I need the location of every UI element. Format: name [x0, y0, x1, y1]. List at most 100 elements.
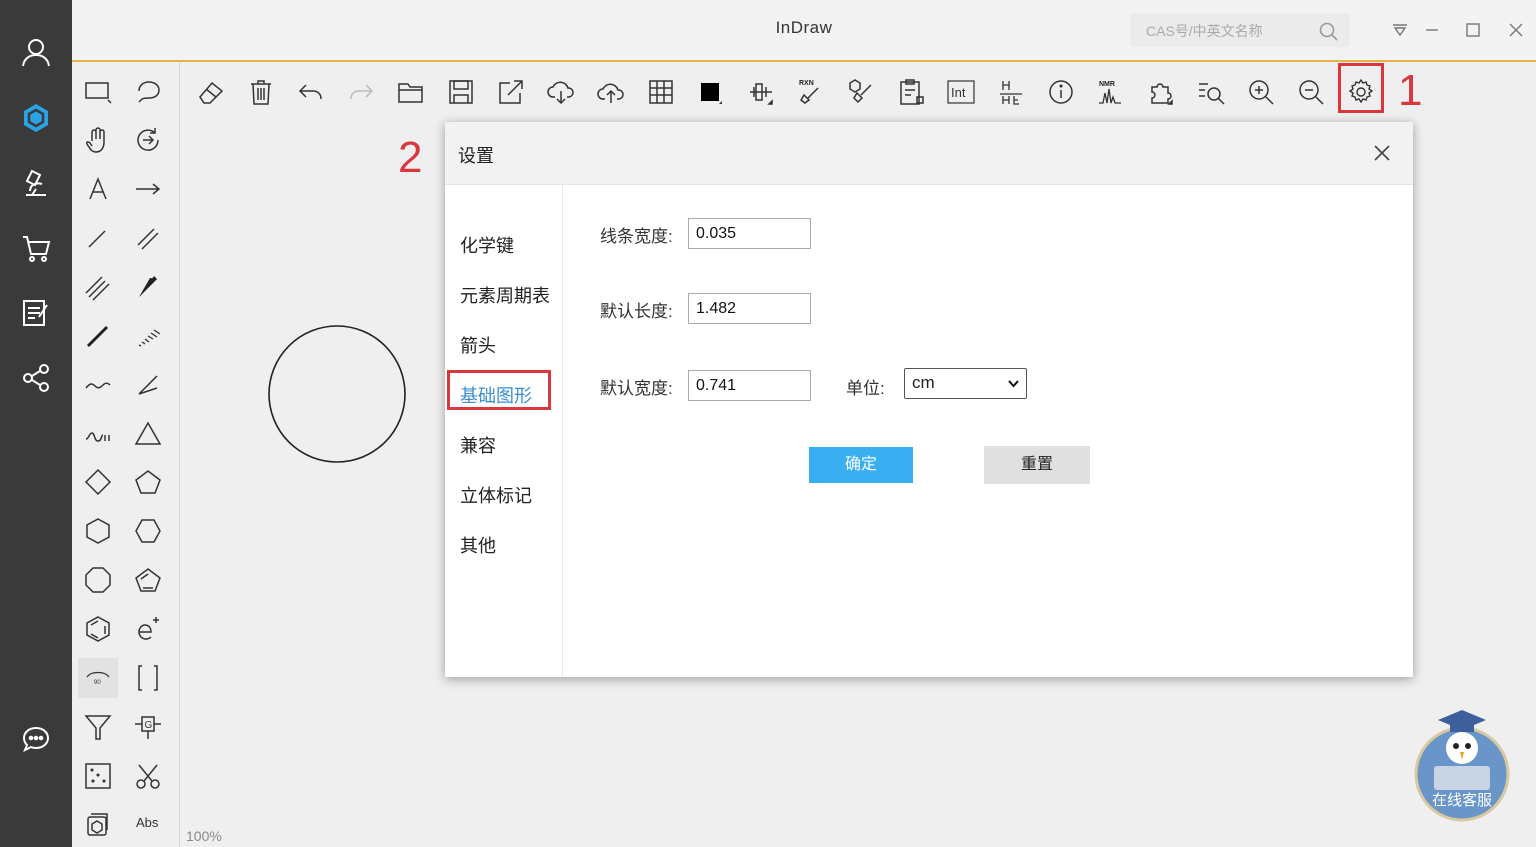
rotate-icon[interactable]	[128, 120, 168, 160]
electron-charge-icon[interactable]	[128, 609, 168, 649]
arrow-tool-icon[interactable]	[128, 169, 168, 209]
rxn-clean-icon[interactable]: RXN	[791, 72, 831, 112]
default-length-input[interactable]	[688, 293, 811, 324]
hydrogen-label-icon[interactable]	[991, 72, 1031, 112]
settings-highlight-box	[1338, 63, 1384, 113]
menu-item-other[interactable]: 其他	[460, 532, 496, 558]
cloud-download-icon[interactable]	[541, 72, 581, 112]
redo-icon[interactable]	[341, 72, 381, 112]
int-icon[interactable]: Int	[941, 72, 981, 112]
hexagon-flat-icon[interactable]	[128, 511, 168, 551]
hashed-bond-icon[interactable]	[128, 316, 168, 356]
nmr-label: NMR	[1099, 81, 1115, 88]
wedge-bond-icon[interactable]	[128, 267, 168, 307]
eraser-icon[interactable]	[191, 72, 231, 112]
menu-item-stereo[interactable]: 立体标记	[460, 482, 532, 508]
search-box	[1130, 13, 1350, 49]
left-nav	[0, 0, 72, 847]
info-icon[interactable]	[1041, 72, 1081, 112]
clipboard-icon[interactable]	[891, 72, 931, 112]
maximize-button[interactable]	[1461, 18, 1485, 42]
dropdown-menu-icon[interactable]	[1388, 18, 1412, 42]
default-length-label: 默认长度:	[600, 302, 673, 321]
structure-clean-icon[interactable]	[841, 72, 881, 112]
unit-select[interactable]: cm	[904, 368, 1027, 399]
nmr-icon[interactable]: NMR	[1091, 72, 1131, 112]
rect-select-icon[interactable]	[78, 71, 118, 111]
layers-icon[interactable]	[78, 803, 118, 843]
menu-item-periodic-table[interactable]: 元素周期表	[460, 282, 550, 308]
confirm-button[interactable]: 确定	[809, 447, 913, 483]
squiggle-bond-icon[interactable]	[78, 414, 118, 454]
bold-bond-icon[interactable]	[78, 316, 118, 356]
search-input[interactable]	[1144, 13, 1318, 49]
structure-editor-icon[interactable]	[16, 98, 56, 138]
unit-value: cm	[912, 373, 935, 392]
pen-angle-icon[interactable]	[128, 365, 168, 405]
unit-label: 单位:	[846, 379, 885, 398]
dialog-title: 设置	[458, 146, 494, 166]
minimize-button[interactable]	[1420, 18, 1444, 42]
annotation-number-1: 1	[1398, 66, 1423, 115]
microscope-icon[interactable]	[16, 163, 56, 203]
chevron-down-icon	[1008, 380, 1019, 388]
circle-shape[interactable]	[266, 323, 410, 467]
cut-icon[interactable]	[128, 756, 168, 796]
align-icon[interactable]	[741, 72, 781, 112]
zoom-out-icon[interactable]	[1291, 72, 1331, 112]
line-width-input[interactable]	[688, 218, 811, 249]
trash-icon[interactable]	[241, 72, 281, 112]
triangle-icon[interactable]	[128, 414, 168, 454]
dotted-box-icon[interactable]	[78, 756, 118, 796]
hexagon-icon[interactable]	[78, 511, 118, 551]
notes-icon[interactable]	[16, 293, 56, 333]
funnel-icon[interactable]	[78, 707, 118, 747]
menu-item-compatibility[interactable]: 兼容	[460, 432, 496, 458]
double-bond-icon[interactable]	[128, 218, 168, 258]
top-toolbar: RXN Int NMR	[181, 62, 1536, 120]
wavy-line-icon[interactable]	[78, 365, 118, 405]
search-structure-icon[interactable]	[1191, 72, 1231, 112]
reset-button[interactable]: 重置	[984, 446, 1090, 484]
triple-bond-icon[interactable]	[78, 267, 118, 307]
close-icon[interactable]	[1371, 142, 1393, 164]
angle-tool-icon[interactable]: 90	[78, 658, 118, 698]
benzene-icon[interactable]	[78, 609, 118, 649]
text-tool-icon[interactable]	[78, 169, 118, 209]
online-support-label[interactable]: 在线客服	[1420, 789, 1504, 810]
menu-item-arrow[interactable]: 箭头	[460, 332, 496, 358]
settings-menu: 化学键 元素周期表 箭头 基础图形 兼容 立体标记 其他	[445, 184, 563, 677]
cloud-upload-icon[interactable]	[591, 72, 631, 112]
abs-label-icon[interactable]: Abs	[128, 803, 168, 843]
left-tool-palette: 90 G Abs	[75, 62, 180, 847]
menu-item-bond[interactable]: 化学键	[460, 232, 514, 258]
grid-icon[interactable]	[641, 72, 681, 112]
undo-icon[interactable]	[291, 72, 331, 112]
chat-icon[interactable]	[16, 720, 56, 760]
plugin-icon[interactable]	[1141, 72, 1181, 112]
settings-dialog: 设置 化学键 元素周期表 箭头 基础图形 兼容 立体标记 其他 线条宽度: 默认…	[445, 122, 1413, 677]
annotation-number-2: 2	[398, 133, 423, 182]
cart-icon[interactable]	[16, 228, 56, 268]
single-bond-icon[interactable]	[78, 218, 118, 258]
hand-pan-icon[interactable]	[78, 120, 118, 160]
color-picker-icon[interactable]	[691, 72, 731, 112]
dialog-header: 设置	[445, 122, 1413, 185]
network-icon[interactable]	[16, 358, 56, 398]
cyclopentadiene-icon[interactable]	[128, 560, 168, 600]
save-icon[interactable]	[441, 72, 481, 112]
diamond-icon[interactable]	[78, 462, 118, 502]
group-g-icon[interactable]: G	[128, 707, 168, 747]
octagon-icon[interactable]	[78, 560, 118, 600]
export-icon[interactable]	[491, 72, 531, 112]
user-icon[interactable]	[16, 32, 56, 72]
default-width-label: 默认宽度:	[600, 379, 673, 398]
open-folder-icon[interactable]	[391, 72, 431, 112]
search-icon[interactable]	[1318, 21, 1338, 41]
lasso-select-icon[interactable]	[128, 71, 168, 111]
close-window-button[interactable]	[1504, 18, 1528, 42]
bracket-icon[interactable]	[128, 658, 168, 698]
default-width-input[interactable]	[688, 370, 811, 401]
zoom-in-icon[interactable]	[1241, 72, 1281, 112]
pentagon-icon[interactable]	[128, 462, 168, 502]
